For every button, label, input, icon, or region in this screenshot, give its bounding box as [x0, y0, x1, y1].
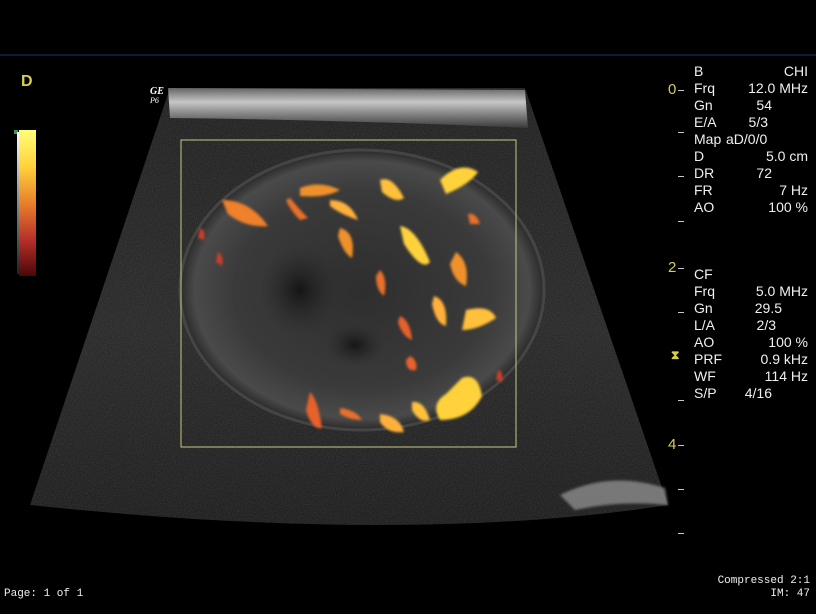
depth-tick	[678, 176, 684, 177]
b-mode-param: Map aD/0/0	[694, 131, 768, 147]
depth-label-4: 4	[668, 436, 677, 453]
b-mode-param: DR 72	[694, 165, 772, 181]
depth-tick	[678, 489, 684, 490]
page-indicator: Page: 1 of 1	[4, 588, 84, 600]
color-flow-param: PRF 0.9 kHz	[694, 351, 808, 367]
color-flow-param: WF 114 Hz	[694, 368, 808, 384]
b-mode-param: E/A 5/3	[694, 114, 768, 130]
color-flow-param: S/P 4/16	[694, 385, 772, 401]
depth-tick	[678, 90, 684, 91]
depth-tick	[678, 533, 684, 534]
b-mode-param: AO 100 %	[694, 199, 808, 215]
color-flow-param: Frq 5.0 MHz	[694, 283, 808, 299]
focus-position-icon: ⧗	[671, 348, 680, 362]
depth-label-2: 2	[668, 259, 677, 276]
b-mode-param: Frq 12.0 MHz	[694, 80, 808, 96]
color-flow-param: CF	[694, 266, 713, 282]
depth-tick	[678, 221, 684, 222]
probe-brand-logo: GE P6	[150, 86, 164, 106]
depth-tick	[678, 312, 684, 313]
depth-tick	[678, 132, 684, 133]
color-flow-param: L/A 2/3	[694, 317, 776, 333]
depth-tick	[678, 268, 684, 269]
color-flow-param: Gn 29.5	[694, 300, 782, 316]
compression-info: Compressed 2:1	[717, 575, 810, 587]
color-flow-param: AO 100 %	[694, 334, 808, 350]
b-mode-param: FR 7 Hz	[694, 182, 808, 198]
ultrasound-viewport: D GE P6 0 2 4 ⧗ B CHI Frq 12.0 MHz Gn 54…	[0, 0, 816, 614]
b-mode-param: D 5.0 cm	[694, 148, 808, 164]
depth-tick	[678, 400, 684, 401]
depth-tick	[678, 445, 684, 446]
depth-label-0: 0	[668, 81, 677, 98]
b-mode-param: B CHI	[694, 63, 808, 79]
image-number: IM: 47	[770, 588, 810, 600]
lesion	[180, 150, 544, 430]
b-mode-param: Gn 54	[694, 97, 772, 113]
